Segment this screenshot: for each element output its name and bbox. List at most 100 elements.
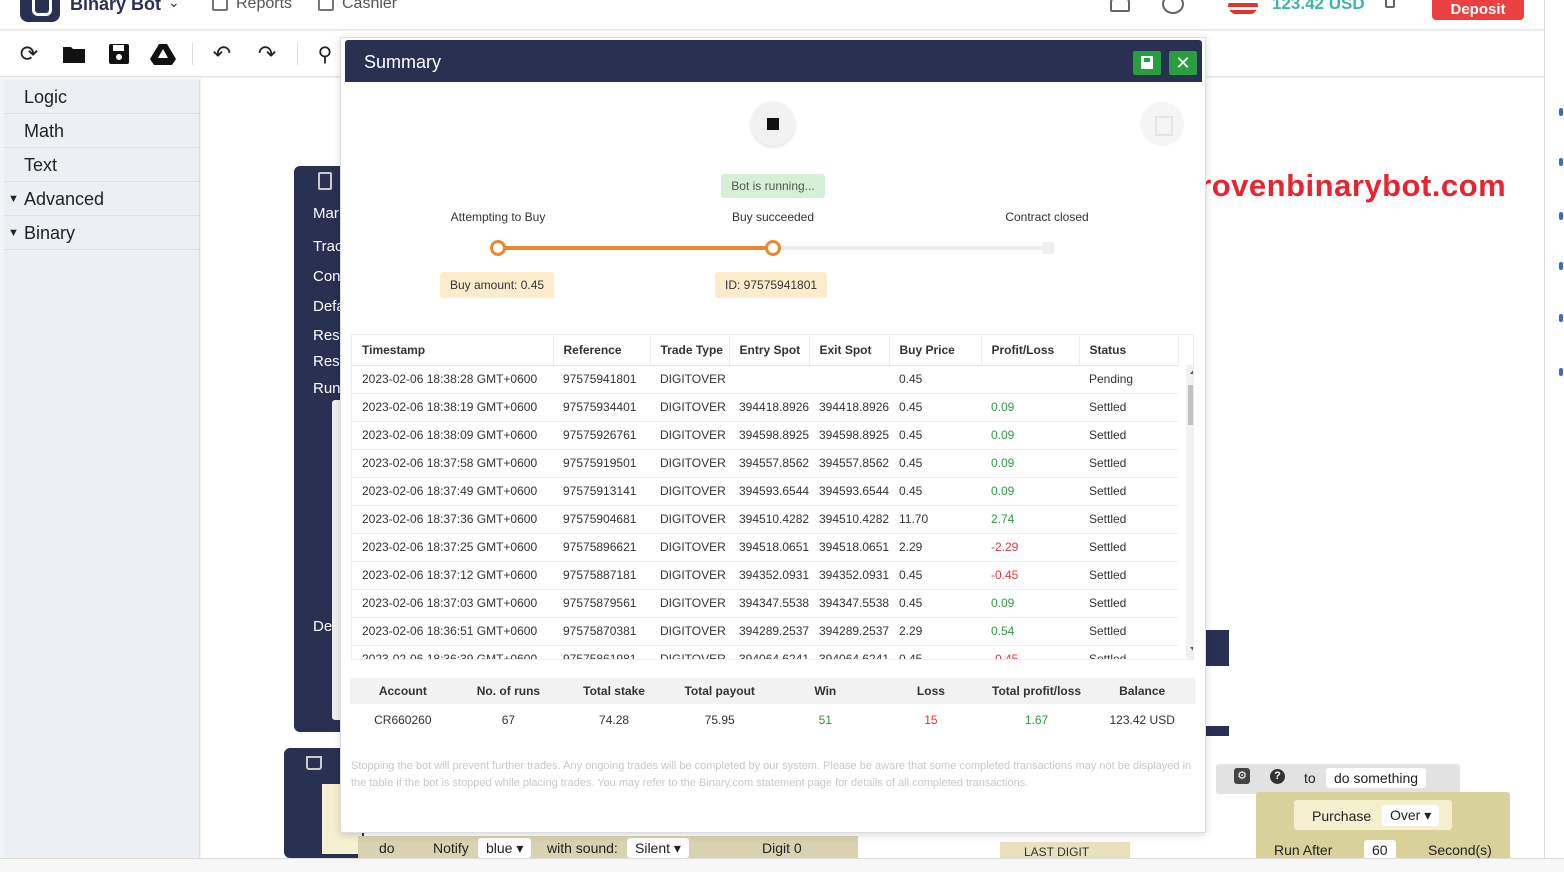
close-icon[interactable]: ✕ [1169,51,1197,75]
table-cell: Pending [1079,365,1178,394]
toolbox-logic[interactable]: Logic [4,80,199,114]
nav-cashier-label: Cashier [342,0,398,12]
notification-bell-icon[interactable] [1110,0,1130,12]
summary-header: Total payout [666,678,773,704]
block-label: Res [313,327,340,344]
table-cell: DIGITOVER [650,421,729,450]
summary-header: Win [772,678,879,704]
table-cell: 0.09 [981,449,1079,478]
notify-label: Notify [433,840,469,856]
help-icon[interactable]: ? [1270,769,1285,784]
last-digit-block[interactable]: LAST DIGIT [1000,842,1130,859]
redo-icon[interactable]: ↷ [254,41,280,67]
summary-header: No. of runs [455,678,562,704]
cashier-icon [318,0,334,11]
us-flag-icon[interactable] [1228,0,1258,16]
table-cell: 2023-02-06 18:36:51 GMT+0600 [352,617,553,646]
toolbox-binary[interactable]: ▼ Binary [4,216,199,250]
table-cell: Settled [1079,421,1178,450]
table-cell: 394352.0931 [729,561,809,590]
undo-icon[interactable]: ↶ [209,41,235,67]
table-cell: DIGITOVER [650,393,729,422]
table-cell: 97575861981 [553,645,650,659]
reset-icon[interactable]: ⟳ [16,41,42,67]
table-cell [809,365,889,394]
progress-node-1 [490,240,506,256]
toolbox-text[interactable]: Text [4,148,199,182]
table-row[interactable]: 2023-02-06 18:37:58 GMT+0600 97575919501 D… [352,449,1178,478]
table-scrollbar[interactable] [1186,365,1193,659]
table-cell: Settled [1079,589,1178,618]
table-row[interactable]: 2023-02-06 18:37:36 GMT+0600 97575904681 D… [352,505,1178,534]
block-label: Run [313,380,341,397]
account-balance[interactable]: 123.42 USD [1272,0,1365,14]
table-cell: 2023-02-06 18:37:03 GMT+0600 [352,589,553,618]
table-row[interactable]: 2023-02-06 18:37:49 GMT+0600 97575913141 D… [352,477,1178,506]
page-scrollbar[interactable] [1544,0,1564,872]
dialog-title: Summary [364,52,442,72]
summary-table: Account No. of runs Total stake Total payou… [350,678,1195,736]
reports-icon [212,0,228,11]
summary-dialog: Summary ✕ Bot is running... Attempting t… [340,37,1206,833]
table-cell: DIGITOVER [650,505,729,534]
table-row[interactable]: 2023-02-06 18:37:12 GMT+0600 97575887181 D… [352,561,1178,590]
table-cell: 394593.6544 [809,477,889,506]
purchase-type-dropdown[interactable]: Over ▾ [1382,805,1440,826]
table-cell: 394593.6544 [729,477,809,506]
save-icon[interactable] [106,41,132,67]
table-row[interactable]: 2023-02-06 18:36:51 GMT+0600 97575870381 D… [352,617,1178,646]
table-cell: 2023-02-06 18:38:28 GMT+0600 [352,365,553,394]
deposit-button[interactable]: Deposit [1432,0,1524,20]
toolbox-advanced[interactable]: ▼ Advanced [4,182,199,216]
side-marker [1559,158,1563,166]
toolbox-binary-label: Binary [24,223,76,243]
app-title[interactable]: Binary Bot [70,0,161,15]
sound-dropdown[interactable]: Silent ▾ [627,838,689,858]
save-icon[interactable] [1133,51,1161,75]
toolbox-math[interactable]: Math [4,114,199,148]
zoom-in-icon[interactable]: ⚲ [312,41,338,67]
table-cell: -0.45 [981,561,1079,590]
basket-icon [306,756,322,770]
account-icon[interactable] [1162,0,1184,14]
nav-reports[interactable]: Reports [212,0,292,13]
gear-icon[interactable]: ⚙ [1234,768,1250,784]
clear-stats-button[interactable] [1140,102,1184,146]
column-header: Profit/Loss [981,335,1080,366]
summary-value: 51 [818,713,832,727]
table-cell: 394064.6241 [809,645,889,659]
stop-bot-button[interactable] [751,102,795,146]
table-row[interactable]: 2023-02-06 18:36:39 GMT+0600 97575861981 D… [352,645,1178,659]
table-row[interactable]: 2023-02-06 18:38:28 GMT+0600 97575941801 D… [352,365,1178,394]
column-header: Entry Spot [729,335,810,366]
table-row[interactable]: 2023-02-06 18:37:03 GMT+0600 97575879561 D… [352,589,1178,618]
table-row[interactable]: 2023-02-06 18:38:09 GMT+0600 97575926761 D… [352,421,1178,450]
run-after-input[interactable]: 60 [1364,840,1396,860]
table-row[interactable]: 2023-02-06 18:38:19 GMT+0600 97575934401 D… [352,393,1178,422]
table-cell [729,365,809,394]
table-cell: DIGITOVER [650,589,729,618]
block-label: Trac [313,238,343,255]
scroll-up-arrow-icon[interactable] [1190,369,1193,374]
scroll-down-arrow-icon[interactable] [1190,647,1193,652]
binary-bot-logo-icon[interactable] [20,0,60,22]
procedure-name-field[interactable]: do something [1326,768,1427,788]
chevron-down-icon[interactable]: ⌄ [168,0,180,11]
watermark-text: Provenbinarybot.com [1178,168,1507,203]
table-cell: 97575913141 [553,477,650,506]
table-cell: 2023-02-06 18:37:25 GMT+0600 [352,533,553,562]
table-row[interactable]: 2023-02-06 18:37:25 GMT+0600 97575896621 D… [352,533,1178,562]
expand-triangle-icon: ▼ [8,227,19,239]
table-cell: 394289.2537 [809,617,889,646]
scroll-thumb[interactable] [1188,385,1193,425]
google-drive-icon[interactable] [150,41,176,67]
taskbar [0,858,1564,872]
trades-table-container[interactable]: Timestamp Reference Trade Type Entry Spot Ex… [351,334,1194,660]
open-folder-icon[interactable] [61,41,87,67]
dialog-header[interactable]: Summary ✕ [345,40,1202,82]
with-sound-label: with sound: [547,840,618,856]
nav-cashier[interactable]: Cashier [318,0,397,13]
notify-color-dropdown[interactable]: blue ▾ [478,838,532,858]
table-cell: DIGITOVER [650,533,729,562]
table-cell: 2023-02-06 18:37:12 GMT+0600 [352,561,553,590]
